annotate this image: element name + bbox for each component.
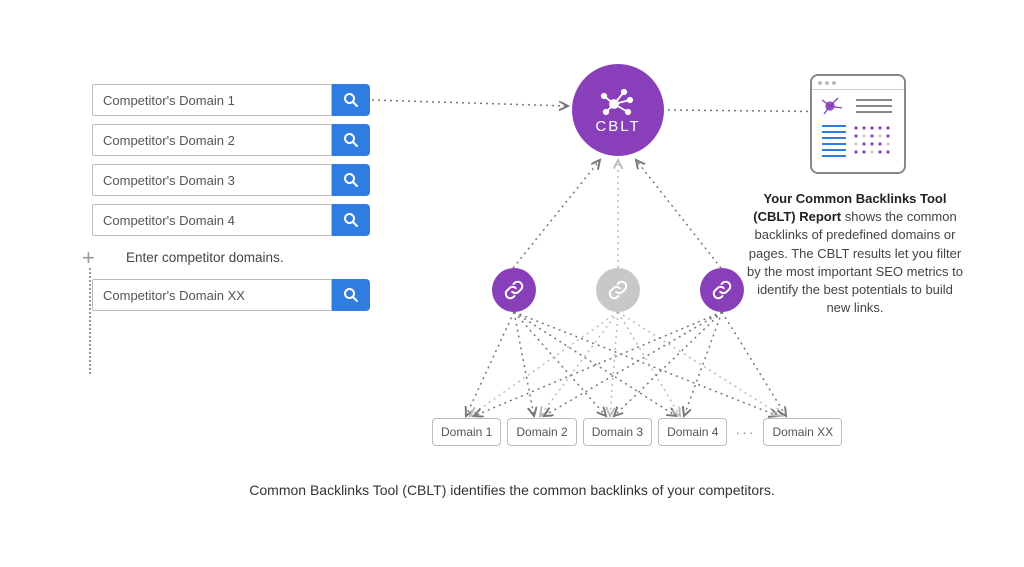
cblt-hub: CBLT bbox=[572, 64, 664, 156]
network-icon bbox=[600, 86, 636, 116]
search-button-3[interactable] bbox=[332, 164, 370, 196]
link-icon bbox=[503, 279, 525, 301]
search-icon bbox=[343, 92, 359, 108]
competitor-input-2: Competitor's Domain 2 bbox=[92, 124, 370, 156]
search-button-1[interactable] bbox=[332, 84, 370, 116]
link-node-1 bbox=[492, 268, 536, 312]
hub-label: CBLT bbox=[595, 118, 640, 135]
link-node-3 bbox=[700, 268, 744, 312]
vertical-dots bbox=[89, 268, 91, 374]
competitor-input-3: Competitor's Domain 3 bbox=[92, 164, 370, 196]
domain-box-4: Domain 4 bbox=[658, 418, 727, 446]
link-node-2 bbox=[596, 268, 640, 312]
report-body: shows the common backlinks of predefined… bbox=[747, 209, 963, 315]
competitor-field-2[interactable]: Competitor's Domain 2 bbox=[92, 124, 332, 156]
search-icon bbox=[343, 287, 359, 303]
search-icon bbox=[343, 212, 359, 228]
ellipsis-icon: ··· bbox=[733, 424, 757, 440]
domain-box-3: Domain 3 bbox=[583, 418, 652, 446]
search-button-xx[interactable] bbox=[332, 279, 370, 311]
competitor-input-4: Competitor's Domain 4 bbox=[92, 204, 370, 236]
link-icon bbox=[607, 279, 629, 301]
domain-boxes: Domain 1 Domain 2 Domain 3 Domain 4 ··· … bbox=[432, 418, 842, 446]
search-icon bbox=[343, 132, 359, 148]
report-page-icon bbox=[812, 90, 904, 172]
input-hint: Enter competitor domains. bbox=[126, 250, 370, 265]
diagram-caption: Common Backlinks Tool (CBLT) identifies … bbox=[0, 482, 1024, 498]
competitor-inputs: + Competitor's Domain 1 Competitor's Dom… bbox=[92, 84, 370, 319]
competitor-field-1[interactable]: Competitor's Domain 1 bbox=[92, 84, 332, 116]
domain-box-2: Domain 2 bbox=[507, 418, 576, 446]
search-icon bbox=[343, 172, 359, 188]
competitor-field-xx[interactable]: Competitor's Domain XX bbox=[92, 279, 332, 311]
search-button-2[interactable] bbox=[332, 124, 370, 156]
report-illustration bbox=[810, 74, 906, 174]
competitor-field-4[interactable]: Competitor's Domain 4 bbox=[92, 204, 332, 236]
competitor-input-1: Competitor's Domain 1 bbox=[92, 84, 370, 116]
search-button-4[interactable] bbox=[332, 204, 370, 236]
competitor-input-xx: Competitor's Domain XX bbox=[92, 279, 370, 311]
competitor-field-3[interactable]: Competitor's Domain 3 bbox=[92, 164, 332, 196]
domain-box-1: Domain 1 bbox=[432, 418, 501, 446]
link-icon bbox=[711, 279, 733, 301]
report-description: Your Common Backlinks Tool (CBLT) Report… bbox=[746, 190, 964, 317]
domain-box-xx: Domain XX bbox=[763, 418, 842, 446]
